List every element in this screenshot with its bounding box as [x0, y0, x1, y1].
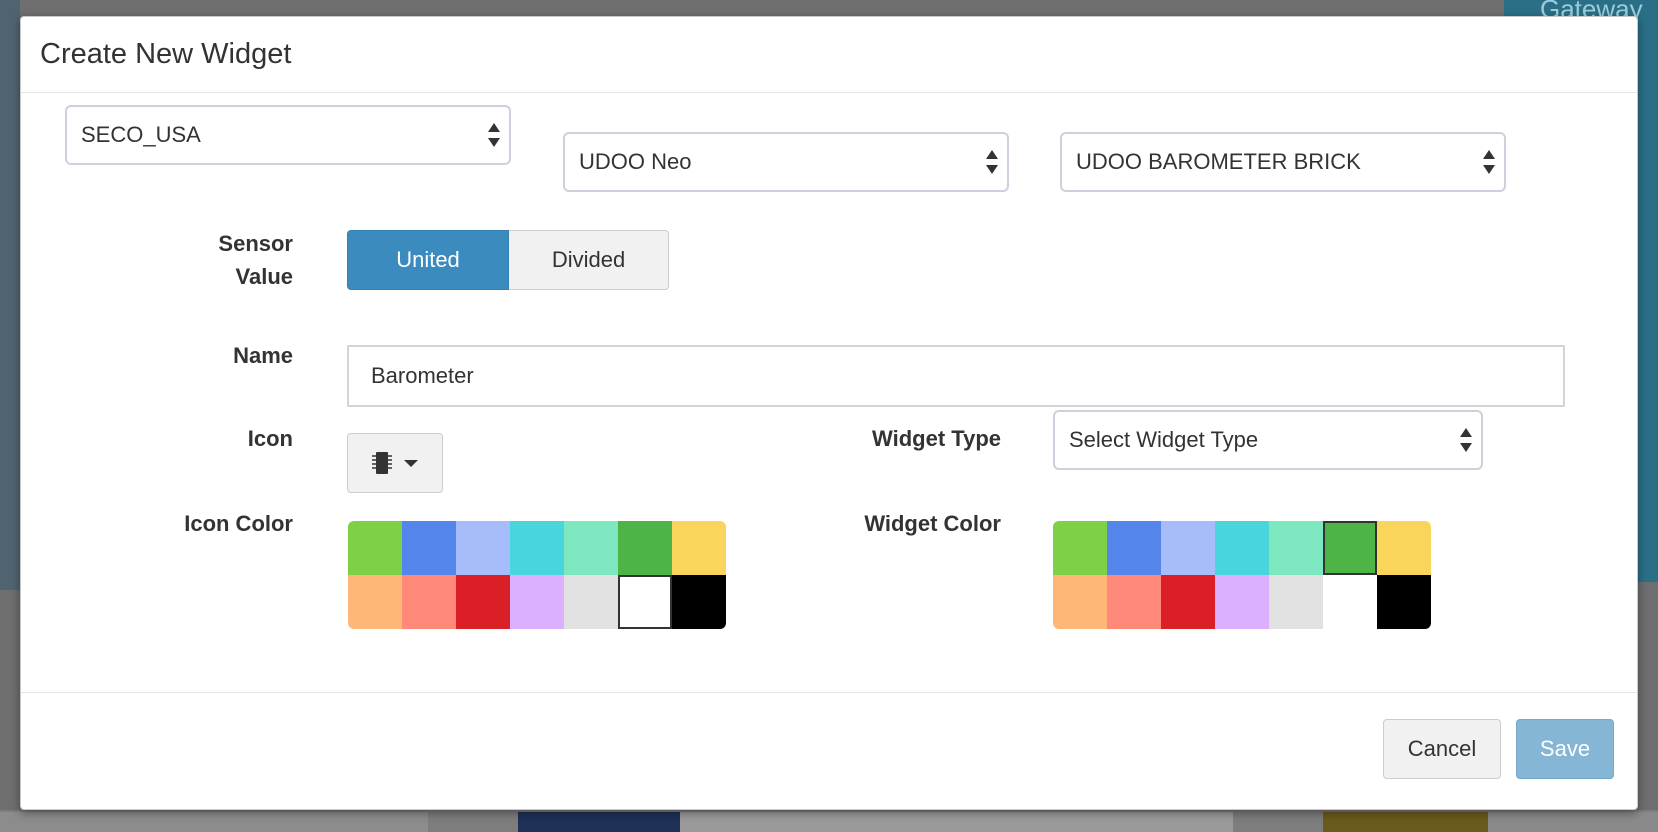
sensor-value-label-line2: Value [235, 264, 293, 289]
sensor-value-toggle: United Divided [347, 230, 669, 290]
select-arrows-icon [985, 149, 999, 175]
color-swatch[interactable] [510, 521, 564, 575]
color-swatch[interactable] [564, 521, 618, 575]
color-swatch[interactable] [1215, 521, 1269, 575]
chip-icon [372, 452, 392, 474]
icon-picker-button[interactable] [347, 433, 443, 493]
united-button[interactable]: United [347, 230, 509, 290]
color-swatch[interactable] [672, 521, 726, 575]
icon-color-palette [348, 521, 726, 629]
select-arrows-icon [487, 122, 501, 148]
color-swatch[interactable] [456, 575, 510, 629]
color-swatch[interactable] [1161, 575, 1215, 629]
sensor-select[interactable]: UDOO BAROMETER BRICK [1060, 132, 1506, 192]
cancel-button[interactable]: Cancel [1383, 719, 1501, 779]
sensor-select-value: UDOO BAROMETER BRICK [1076, 149, 1361, 174]
color-swatch[interactable] [1269, 575, 1323, 629]
color-swatch[interactable] [510, 575, 564, 629]
background-tile [680, 812, 1233, 832]
icon-label: Icon [247, 426, 293, 451]
color-swatch[interactable] [1053, 575, 1107, 629]
sensor-value-label: Sensor Value [181, 227, 293, 293]
widget-color-palette [1053, 521, 1431, 629]
create-widget-dialog: Create New Widget SECO_USA UDOO Neo UDOO… [20, 16, 1638, 810]
select-arrows-icon [1459, 427, 1473, 453]
color-swatch[interactable] [1377, 575, 1431, 629]
color-swatch[interactable] [564, 575, 618, 629]
color-swatch[interactable] [618, 521, 672, 575]
widget-type-label: Widget Type [872, 426, 1001, 451]
color-swatch[interactable] [348, 521, 402, 575]
organization-select-value: SECO_USA [81, 122, 201, 147]
map-fragment [0, 0, 20, 590]
device-select-value: UDOO Neo [579, 149, 692, 174]
color-swatch[interactable] [1053, 521, 1107, 575]
color-swatch[interactable] [672, 575, 726, 629]
background-tile [518, 812, 680, 832]
icon-color-label: Icon Color [184, 511, 293, 536]
widget-type-select-value: Select Widget Type [1069, 427, 1259, 452]
select-arrows-icon [1482, 149, 1496, 175]
color-swatch[interactable] [456, 521, 510, 575]
sensor-value-label-line1: Sensor [218, 231, 293, 256]
color-swatch[interactable] [402, 575, 456, 629]
widget-type-select[interactable]: Select Widget Type [1053, 410, 1483, 470]
color-swatch[interactable] [1215, 575, 1269, 629]
name-label: Name [233, 343, 293, 368]
color-swatch[interactable] [1377, 521, 1431, 575]
color-swatch[interactable] [1107, 521, 1161, 575]
device-select[interactable]: UDOO Neo [563, 132, 1009, 192]
name-input[interactable] [347, 345, 1565, 407]
color-swatch[interactable] [402, 521, 456, 575]
color-swatch[interactable] [618, 575, 672, 629]
color-swatch[interactable] [1323, 575, 1377, 629]
background-tile [1488, 812, 1658, 832]
widget-color-label: Widget Color [864, 511, 1001, 536]
color-swatch[interactable] [1161, 521, 1215, 575]
dialog-header: Create New Widget [21, 17, 1637, 93]
color-swatch[interactable] [1107, 575, 1161, 629]
color-swatch[interactable] [348, 575, 402, 629]
background-tile [1323, 812, 1488, 832]
organization-select[interactable]: SECO_USA [65, 105, 511, 165]
dialog-title: Create New Widget [40, 38, 292, 70]
background-tile [0, 812, 428, 832]
chevron-down-icon [404, 459, 418, 467]
color-swatch[interactable] [1269, 521, 1323, 575]
save-button[interactable]: Save [1516, 719, 1614, 779]
dialog-footer: Cancel Save [21, 692, 1637, 811]
color-swatch[interactable] [1323, 521, 1377, 575]
divided-button[interactable]: Divided [509, 230, 669, 290]
